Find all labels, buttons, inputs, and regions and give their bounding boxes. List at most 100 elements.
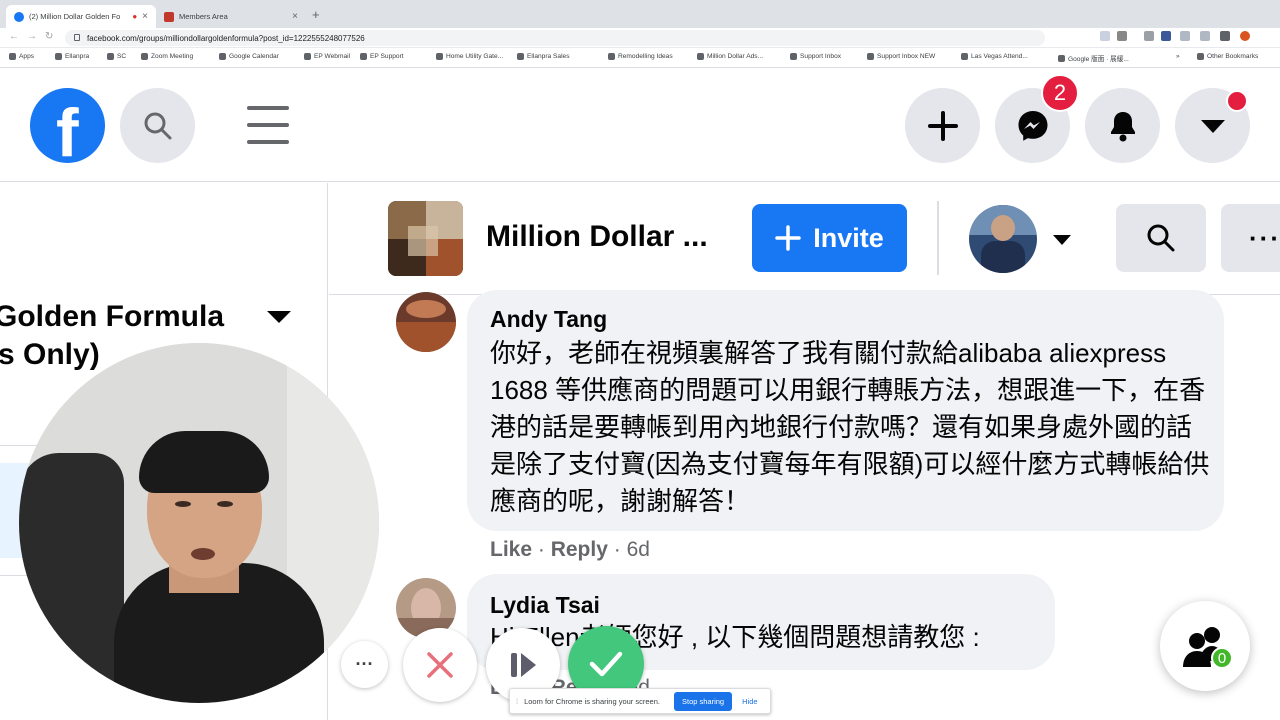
account-notification-dot [1226, 90, 1248, 112]
messenger-badge: 2 [1041, 74, 1079, 112]
create-button[interactable] [905, 88, 980, 163]
bookmark-item[interactable]: Las Vegas Attend... [961, 53, 1028, 60]
new-tab-icon[interactable]: + [312, 7, 320, 22]
commenter-avatar[interactable] [396, 292, 456, 352]
tab-title: (2) Million Dollar Golden Fo [29, 12, 121, 21]
browser-toolbar: ← → ↻ facebook.com/groups/milliondollarg… [0, 28, 1280, 48]
loom-more-button[interactable]: ··· [341, 641, 388, 688]
bookmark-item[interactable]: Other Bookmarks [1197, 53, 1258, 60]
reload-icon[interactable]: ↻ [45, 31, 53, 42]
hide-button[interactable]: Hide [742, 697, 757, 706]
messenger-icon [1018, 110, 1047, 141]
comment-actions: Like · Reply · 6d [490, 538, 650, 561]
loom-cancel-button[interactable] [403, 628, 477, 702]
bookmark-label: Million Dollar Ads... [707, 53, 764, 60]
member-avatar[interactable] [969, 205, 1037, 273]
contacts-button[interactable]: 0 [1160, 601, 1250, 691]
tab-title: Members Area [179, 12, 228, 21]
facebook-favicon-icon [14, 11, 24, 22]
like-link[interactable]: Like [490, 538, 532, 561]
close-tab-icon[interactable]: × [292, 11, 298, 22]
group-header-bar: Million Dollar ... Invite ··· [329, 183, 1280, 295]
more-options-button[interactable]: ··· [1221, 204, 1280, 272]
comment-author[interactable]: Lydia Tsai [490, 592, 600, 619]
bookmark-label: EP Webmail [314, 53, 351, 60]
group-title[interactable]: Million Dollar ... [486, 220, 708, 254]
bookmark-label: Support Inbox NEW [877, 53, 936, 60]
url-text: facebook.com/groups/milliondollargoldenf… [87, 33, 365, 43]
group-cover-thumbnail[interactable] [388, 201, 463, 276]
bookmark-item[interactable]: SC [107, 53, 126, 60]
extension-icon[interactable] [1180, 31, 1190, 41]
bookmark-icon [790, 53, 797, 60]
bookmark-item[interactable]: EP Webmail [304, 53, 350, 60]
bookmark-icon [219, 53, 226, 60]
bookmark-item[interactable]: Google 版面 · 展緩... [1058, 53, 1129, 63]
bookmark-label: Apps [19, 53, 35, 60]
group-search-button[interactable] [1116, 204, 1206, 272]
bookmark-label: Home Utility Gate... [446, 53, 504, 60]
invite-button[interactable]: Invite [752, 204, 907, 272]
bookmark-item[interactable]: Support Inbox [790, 53, 841, 60]
tab-members-area[interactable]: Members Area × [156, 5, 306, 28]
bookmark-item[interactable]: Home Utility Gate... [436, 53, 503, 60]
close-icon [427, 652, 453, 678]
bookmark-item[interactable]: » [1176, 53, 1180, 60]
bookmark-icon [1058, 54, 1065, 62]
more-dots-icon: ··· [355, 654, 374, 674]
search-icon [144, 112, 171, 139]
bookmark-icon [55, 53, 62, 60]
bookmark-label: » [1176, 53, 1180, 60]
drag-handle-icon[interactable]: ⁞ [516, 697, 518, 706]
bookmark-icon [1197, 53, 1204, 60]
back-icon[interactable]: ← [9, 31, 19, 42]
bookmark-label: Zoom Meeting [151, 53, 194, 60]
search-button[interactable] [120, 88, 195, 163]
bookmark-item[interactable]: Ellanpra Sales [517, 53, 570, 60]
bookmark-label: Ellanpra Sales [527, 53, 570, 60]
bookmark-item[interactable]: Support Inbox NEW [867, 53, 935, 60]
bookmark-item[interactable]: EP Support [360, 53, 404, 60]
bookmark-label: Support Inbox [800, 53, 842, 60]
tab-facebook-group[interactable]: (2) Million Dollar Golden Fo ● × [6, 5, 156, 28]
bookmark-item[interactable]: Million Dollar Ads... [697, 53, 763, 60]
comment-time[interactable]: 6d [627, 538, 650, 561]
extension-icon[interactable] [1200, 31, 1210, 41]
bookmark-label: Remodelling Ideas [618, 53, 673, 60]
extension-icon[interactable] [1144, 31, 1154, 41]
divider [937, 201, 939, 275]
bookmark-item[interactable]: Ellanpra [55, 53, 89, 60]
webcam-bubble[interactable] [19, 343, 379, 703]
stop-sharing-button[interactable]: Stop sharing [673, 691, 733, 711]
reply-link[interactable]: Reply [551, 538, 608, 561]
address-bar[interactable]: facebook.com/groups/milliondollargoldenf… [65, 30, 1045, 46]
profile-avatar-icon[interactable] [1240, 31, 1250, 41]
group-options-caret-icon[interactable] [267, 311, 291, 323]
bookmark-icon [436, 53, 443, 60]
bookmark-item[interactable]: Zoom Meeting [141, 53, 193, 60]
avatar-caret-icon[interactable] [1052, 233, 1072, 251]
puzzle-icon[interactable] [1220, 31, 1230, 41]
bell-icon [1110, 111, 1135, 141]
bookmark-item[interactable]: Google Calendar [219, 53, 279, 60]
extension-icon[interactable] [1100, 31, 1110, 41]
bookmark-icon [107, 53, 114, 60]
plus-icon [775, 225, 801, 251]
screen-share-notice: ⁞ Loom for Chrome is sharing your screen… [509, 688, 771, 714]
menu-hamburger-icon[interactable] [247, 106, 289, 146]
pause-play-icon [511, 653, 536, 677]
bookmark-label: Ellanpra [65, 53, 90, 60]
bookmark-icon [961, 53, 968, 60]
check-icon [589, 651, 623, 677]
bookmarks-bar: Apps Ellanpra SC Zoom Meeting Google Calenda… [0, 48, 1280, 68]
close-tab-icon[interactable]: × [142, 11, 148, 22]
bookmark-item[interactable]: Remodelling Ideas [608, 53, 673, 60]
extension-icon[interactable] [1117, 31, 1127, 41]
notifications-button[interactable] [1085, 88, 1160, 163]
extension-icon[interactable] [1161, 31, 1171, 41]
facebook-logo-icon[interactable]: f [30, 88, 105, 163]
forward-icon[interactable]: → [27, 31, 37, 42]
bookmark-item[interactable]: Apps [9, 53, 34, 60]
plus-icon [927, 110, 958, 141]
comment-author[interactable]: Andy Tang [490, 306, 607, 333]
